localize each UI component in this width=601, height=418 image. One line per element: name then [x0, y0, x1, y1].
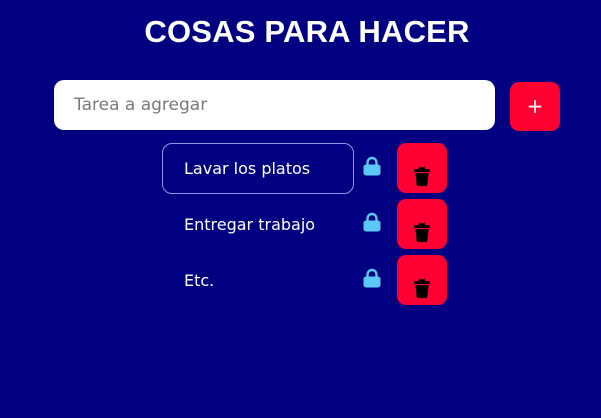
trash-icon [414, 278, 430, 298]
delete-task-button[interactable] [397, 255, 447, 305]
task-label[interactable]: Etc. [162, 255, 354, 306]
page-title: COSAS PARA HACER [144, 14, 470, 49]
delete-task-button[interactable] [397, 143, 447, 193]
task-label[interactable]: Lavar los platos [162, 143, 354, 194]
task-label[interactable]: Entregar trabajo [162, 199, 354, 250]
delete-task-button[interactable] [397, 199, 447, 249]
new-task-input[interactable] [54, 80, 495, 130]
lock-icon[interactable] [362, 156, 382, 176]
trash-icon [414, 222, 430, 242]
lock-icon[interactable] [362, 268, 382, 288]
lock-icon[interactable] [362, 212, 382, 232]
trash-icon [414, 166, 430, 186]
add-task-button[interactable]: + [510, 82, 560, 131]
